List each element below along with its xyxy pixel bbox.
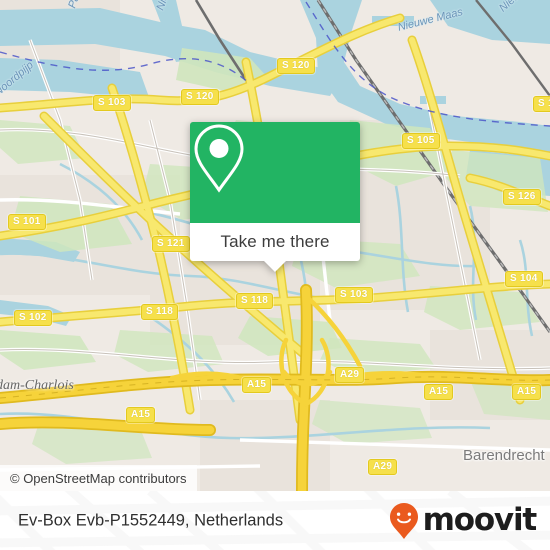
road-shield: S 120	[277, 58, 315, 74]
road-shield: S 126	[503, 189, 541, 205]
moovit-wordmark: moovit	[422, 502, 538, 538]
moovit-logo[interactable]: moovit	[389, 502, 538, 540]
place-label: Barendrecht	[463, 447, 545, 464]
area-label: dam-Charlois	[0, 378, 74, 393]
road-shield: S 104	[505, 271, 543, 287]
road-shield: A29	[368, 459, 398, 475]
road-shield: A15	[424, 384, 454, 400]
take-me-there-label: Take me there	[220, 232, 330, 251]
map-pin-icon	[194, 124, 244, 193]
road-shield: S 105	[402, 133, 440, 149]
osm-attribution[interactable]: © OpenStreetMap contributors	[0, 465, 197, 491]
road-shield: A15	[512, 384, 542, 400]
road-shield: S 118	[141, 304, 179, 320]
road-shield: A29	[335, 367, 365, 383]
location-popup[interactable]: Take me there	[190, 122, 360, 272]
road-shield: S 103	[335, 287, 373, 303]
road-shield: A15	[126, 407, 156, 423]
road-shield: A15	[242, 377, 272, 393]
bottom-title-bar: Ev-Box Evb-P1552449, Netherlands moovit	[0, 491, 550, 550]
road-shield: S 103	[93, 95, 131, 111]
road-shield: S 121	[152, 236, 190, 252]
popup-action-bar[interactable]: Take me there	[190, 223, 360, 272]
moovit-pin-icon	[389, 502, 418, 539]
popup-header	[190, 122, 360, 223]
road-shield: S 1	[533, 96, 550, 112]
map-canvas[interactable]: S 120 S 103 S 120 S 1 S 105 S 126 S 101 S 121 S …	[0, 0, 550, 491]
road-shield: S 118	[236, 293, 274, 309]
road-shield: S 120	[181, 89, 219, 105]
osm-attribution-text: © OpenStreetMap contributors	[10, 470, 187, 486]
moovit-map-screenshot: S 120 S 103 S 120 S 1 S 105 S 126 S 101 S 121 S …	[0, 0, 550, 550]
popup-pointer-tail	[263, 260, 287, 272]
road-shield: S 102	[14, 310, 52, 326]
page-title: Ev-Box Evb-P1552449, Netherlands	[18, 511, 284, 529]
road-shield: S 101	[8, 214, 46, 230]
